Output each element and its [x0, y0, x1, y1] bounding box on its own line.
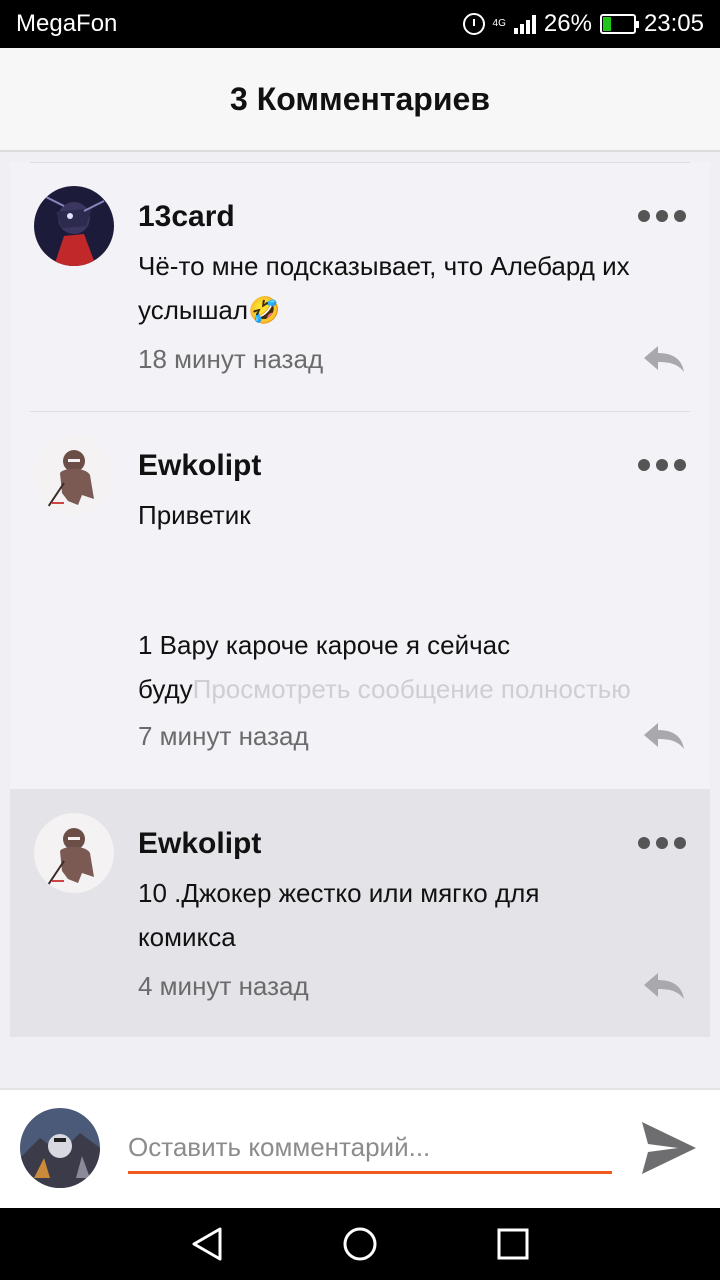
comment-text-line: 1 Вару кароче кароче я сейчас	[138, 630, 511, 660]
comment-input[interactable]	[128, 1124, 612, 1174]
comment-time: 7 минут назад	[138, 721, 309, 751]
comment-text-line: комикса	[138, 922, 236, 952]
status-bar: MegaFon 4G 26% 23:05	[0, 0, 720, 48]
comment-text-line: 10 .Джокер жестко или мягко для	[138, 878, 540, 908]
avatar-ninja-icon[interactable]	[34, 435, 114, 515]
comment-text-line: услышал🤣	[138, 295, 281, 325]
comment-author[interactable]: Ewkolipt	[138, 449, 261, 483]
my-avatar-icon[interactable]	[20, 1108, 100, 1188]
comment-item[interactable]: Ewkolipt 10 .Джокер жестко или мягко для…	[10, 789, 710, 1037]
divider	[30, 162, 690, 163]
comment-text-line	[138, 581, 690, 623]
comment-item[interactable]: 13card Чё-то мне подсказывает, что Алеба…	[10, 162, 710, 411]
comment-list: 13card Чё-то мне подсказывает, что Алеба…	[10, 162, 710, 1037]
carrier-name: MegaFon	[16, 10, 118, 37]
comment-text-line: Чё-то мне подсказывает, что Алебард их	[138, 251, 630, 281]
comment-composer	[0, 1088, 720, 1208]
comments-header: 3 Комментариев	[0, 48, 720, 152]
send-icon[interactable]	[640, 1120, 698, 1176]
comment-author[interactable]: Ewkolipt	[138, 827, 261, 861]
home-icon[interactable]	[340, 1224, 380, 1264]
avatar-ninja-icon[interactable]	[34, 813, 114, 893]
more-options-icon[interactable]	[638, 459, 686, 471]
avatar-anime-icon[interactable]	[34, 186, 114, 266]
alarm-icon	[462, 13, 485, 35]
more-options-icon[interactable]	[638, 837, 686, 849]
comment-text-line: будуПросмотреть сообщение полностью	[138, 674, 631, 704]
reply-icon[interactable]	[642, 971, 686, 1001]
system-nav-bar	[0, 1208, 720, 1280]
divider	[30, 411, 690, 412]
recents-icon[interactable]	[493, 1224, 533, 1264]
comment-text-line	[138, 537, 690, 581]
reply-icon[interactable]	[642, 721, 686, 751]
comment-author[interactable]: 13card	[138, 200, 235, 234]
comment-time: 18 минут назад	[138, 344, 324, 374]
battery-icon	[599, 14, 639, 34]
comment-text: Приветик 1 Вару кароче кароче я сейчас б…	[138, 493, 690, 711]
network-type: 4G	[492, 18, 506, 29]
battery-percent: 26%	[543, 10, 592, 37]
comment-item[interactable]: Ewkolipt Приветик 1 Вару кароче кароче я…	[10, 411, 710, 789]
more-options-icon[interactable]	[638, 210, 686, 222]
signal-icon	[513, 14, 536, 34]
reply-icon[interactable]	[642, 344, 686, 374]
comment-time: 4 минут назад	[138, 971, 309, 1001]
view-full-message-link[interactable]: Просмотреть сообщение полностью	[193, 674, 631, 704]
status-indicators: 4G 26% 23:05	[462, 10, 704, 38]
comment-text: 10 .Джокер жестко или мягко для комикса	[138, 871, 690, 959]
page-title: 3 Комментариев	[230, 80, 490, 117]
back-icon[interactable]	[187, 1224, 227, 1264]
comment-text: Чё-то мне подсказывает, что Алебард их у…	[138, 244, 690, 332]
comment-text-line: Приветик	[138, 500, 251, 530]
clock: 23:05	[643, 10, 704, 37]
